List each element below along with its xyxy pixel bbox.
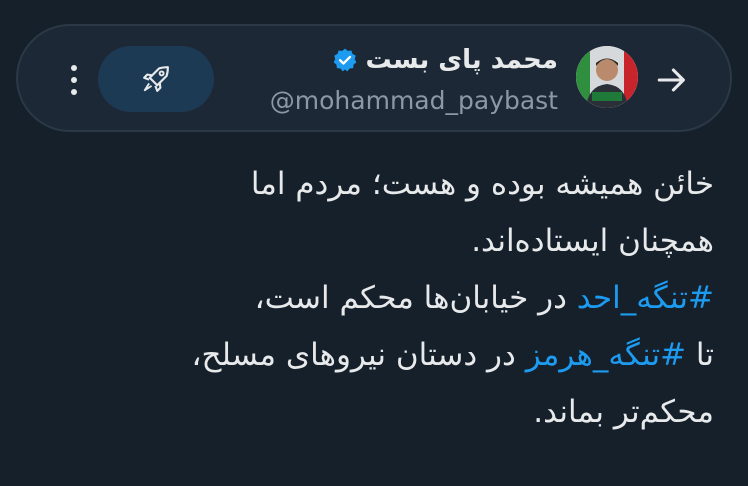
tweet-text: خائن همیشه بوده و هست؛ مردم اما همچنان ا… <box>34 156 715 441</box>
name-row: محمد پای بست <box>270 40 558 80</box>
tweet-line: همچنان ایستاده‌اند. <box>471 223 714 259</box>
arrow-right-icon <box>657 68 685 92</box>
tweet-text-segment: در دستان نیروهای مسلح، <box>191 337 526 373</box>
user-handle[interactable]: @mohammad_paybast <box>270 86 558 115</box>
tweet-line: محکم‌تر بماند. <box>533 394 714 430</box>
hashtag-link[interactable]: #تنگه_هرمز <box>526 337 686 373</box>
verified-badge-icon <box>333 48 356 72</box>
profile-header-bar: محمد پای بست @mohammad_paybast <box>16 24 732 132</box>
avatar-image <box>576 46 638 108</box>
tweet-line: #تنگه_احد در خیابان‌ها محکم است، <box>34 270 714 327</box>
user-info: محمد پای بست @mohammad_paybast <box>270 40 558 115</box>
tweet-text-segment: در خیابان‌ها محکم است، <box>254 280 577 316</box>
tweet-line: تا #تنگه_هرمز در دستان نیروهای مسلح، <box>34 327 715 384</box>
back-button[interactable] <box>652 60 692 100</box>
boost-button[interactable] <box>98 46 214 112</box>
tweet-line: خائن همیشه بوده و هست؛ مردم اما <box>250 166 714 202</box>
rocket-icon <box>143 66 169 92</box>
vertical-ellipsis-icon <box>71 89 77 95</box>
vertical-ellipsis-icon <box>71 77 77 83</box>
vertical-ellipsis-icon <box>71 65 77 71</box>
display-name[interactable]: محمد پای بست <box>366 45 559 75</box>
more-options-button[interactable] <box>62 60 86 100</box>
avatar[interactable] <box>576 46 638 108</box>
hashtag-link[interactable]: #تنگه_احد <box>577 280 714 316</box>
tweet-text-segment: تا <box>686 337 714 373</box>
